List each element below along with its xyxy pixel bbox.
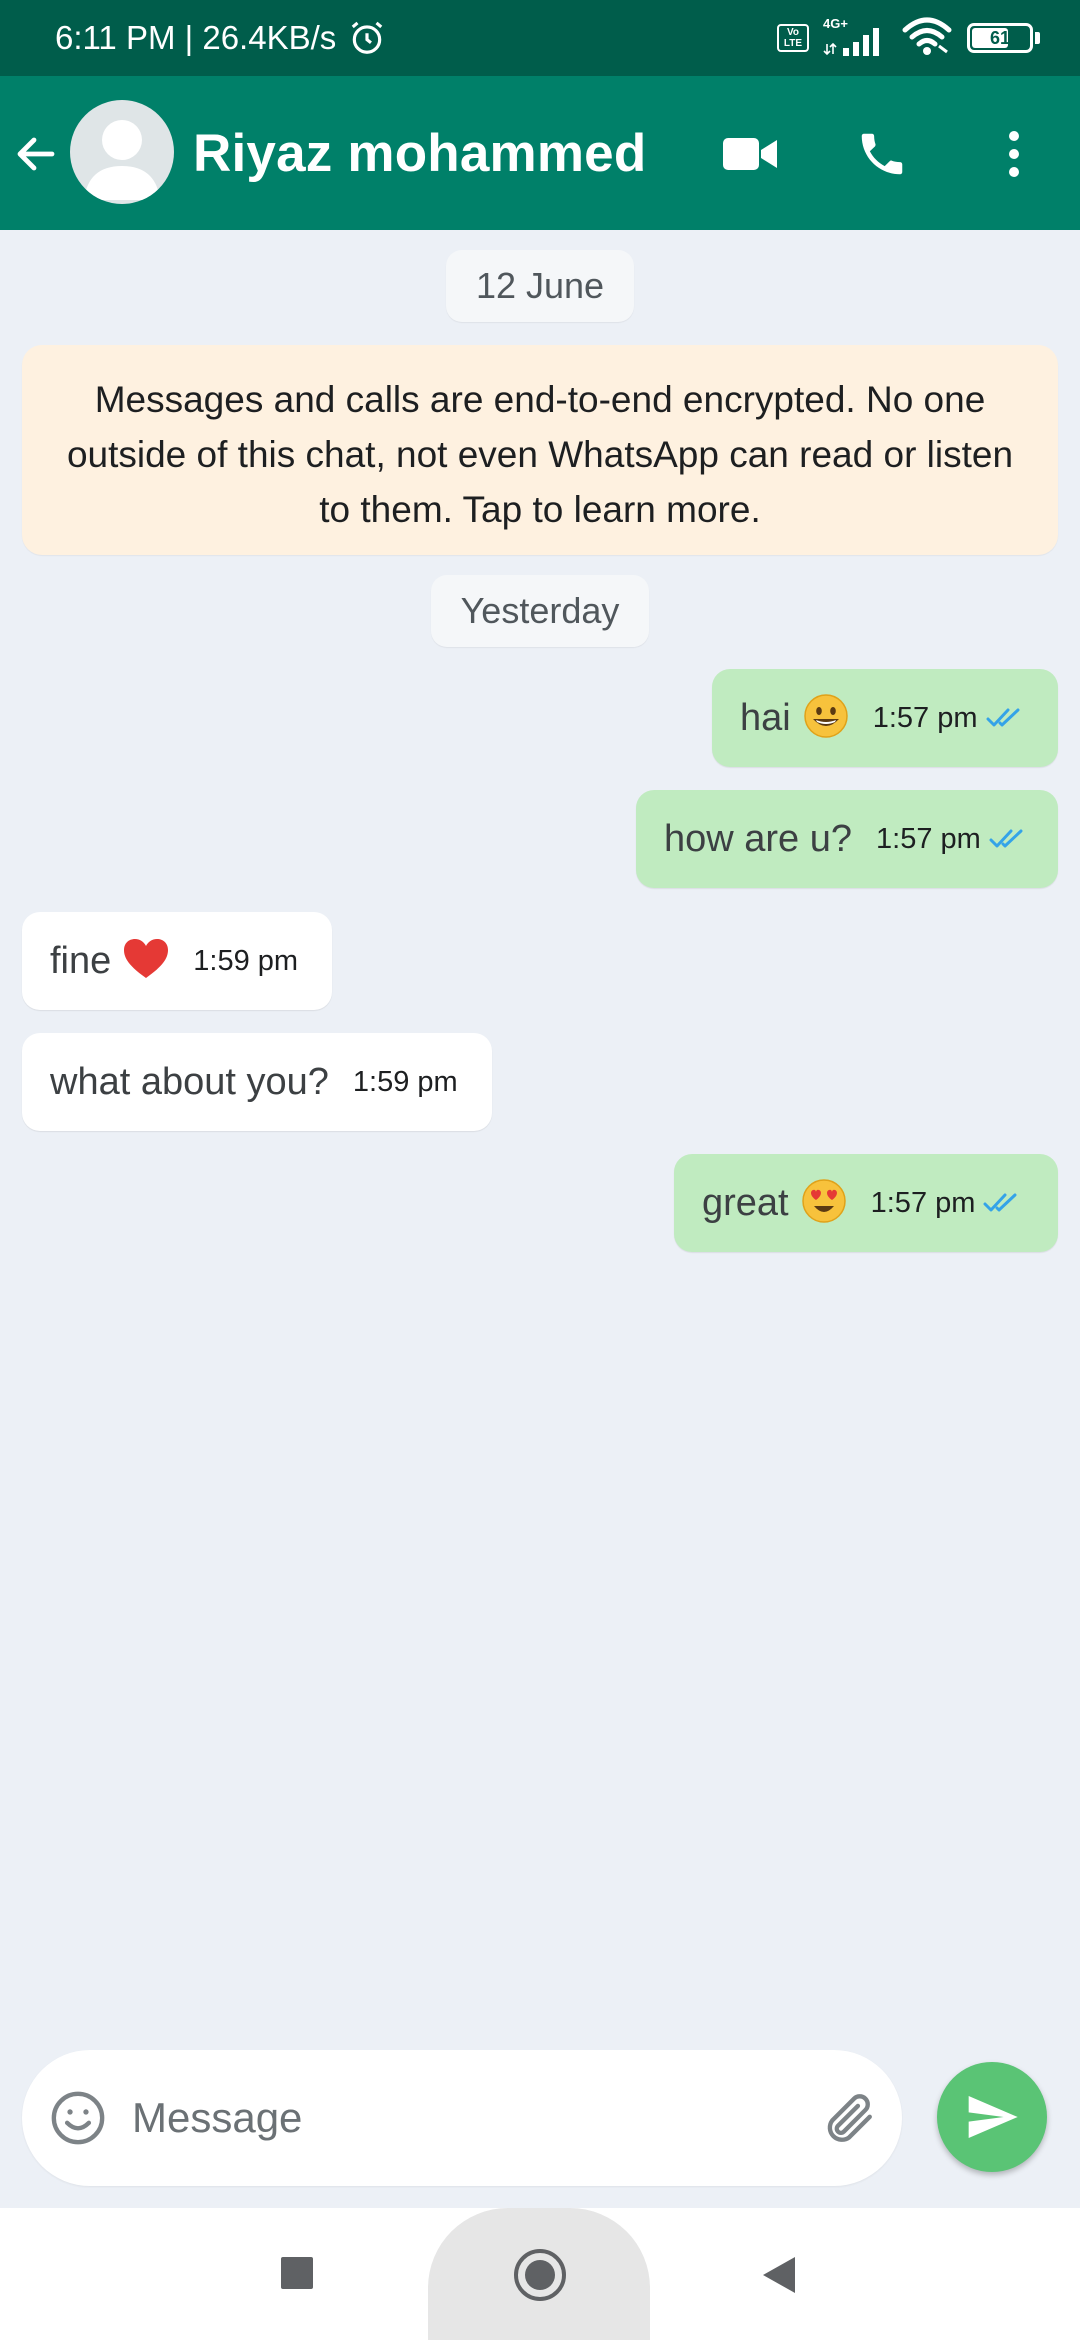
video-call-button[interactable] — [710, 114, 790, 194]
message-input[interactable] — [132, 2080, 772, 2156]
outgoing-message[interactable]: great 1:57 pm — [674, 1154, 1058, 1252]
battery-level: 61 — [989, 27, 1011, 48]
more-vertical-icon — [1009, 131, 1019, 177]
double-check-icon — [983, 1190, 1023, 1216]
back-nav-button[interactable] — [752, 2243, 806, 2307]
emoji-icon — [51, 2091, 105, 2145]
alarm-icon — [348, 19, 386, 57]
red-heart-emoji — [123, 938, 169, 985]
more-options-button[interactable] — [974, 114, 1054, 194]
message-time: 1:59 pm — [193, 944, 299, 977]
home-button[interactable] — [505, 2243, 575, 2307]
voice-call-button[interactable] — [842, 114, 922, 194]
outgoing-message[interactable]: how are u? 1:57 pm — [636, 790, 1058, 888]
double-check-icon — [986, 705, 1026, 731]
date-chip-label: Yesterday — [430, 575, 650, 647]
volte-icon: Vo LTE — [777, 24, 809, 52]
message-text: what about you? — [50, 1060, 329, 1103]
home-circle-icon — [514, 2249, 566, 2301]
paperclip-icon — [827, 2094, 872, 2142]
status-bar: 6:11 PM | 26.4KB/s Vo LTE 4G+ 61 — [0, 0, 1080, 76]
grinning-face-emoji — [803, 693, 849, 744]
date-chip-label: 12 June — [445, 250, 635, 322]
status-left: 6:11 PM | 26.4KB/s — [55, 0, 386, 76]
double-check-icon — [989, 826, 1029, 852]
date-chip: Yesterday — [0, 575, 1080, 647]
chat-header: Riyaz mohammed — [0, 76, 1080, 230]
message-text: great — [702, 1181, 789, 1224]
back-triangle-icon — [763, 2257, 795, 2293]
outgoing-message[interactable]: hai 1:57 pm — [712, 669, 1058, 767]
back-arrow-icon — [17, 137, 55, 171]
status-right: Vo LTE 4G+ 61 — [777, 0, 1040, 76]
message-time: 1:57 pm — [870, 1186, 976, 1219]
recents-button[interactable] — [270, 2243, 324, 2303]
message-composer — [22, 2050, 902, 2186]
message-time: 1:57 pm — [876, 822, 981, 855]
default-avatar-icon — [84, 120, 160, 200]
back-button[interactable] — [10, 128, 62, 180]
encryption-notice[interactable]: Messages and calls are end-to-end encryp… — [22, 345, 1058, 555]
message-time: 1:57 pm — [872, 701, 978, 734]
message-text: fine — [50, 939, 112, 982]
avatar[interactable] — [70, 100, 174, 204]
status-time-speed: 6:11 PM | 26.4KB/s — [55, 19, 337, 56]
square-icon — [281, 2257, 313, 2289]
heart-eyes-face-emoji — [801, 1178, 847, 1229]
phone-icon — [861, 133, 903, 175]
wifi-icon — [901, 16, 953, 61]
incoming-message[interactable]: fine 1:59 pm — [22, 912, 332, 1010]
video-call-icon — [723, 138, 777, 170]
send-icon — [968, 2096, 1018, 2138]
date-chip: 12 June — [0, 250, 1080, 322]
battery-icon: 61 — [967, 23, 1033, 53]
message-time: 1:59 pm — [352, 1065, 458, 1098]
incoming-message[interactable]: what about you? 1:59 pm — [22, 1033, 492, 1131]
battery-cap — [1035, 32, 1040, 44]
attach-button[interactable] — [816, 2088, 880, 2148]
send-button[interactable] — [937, 2062, 1047, 2172]
message-text: how are u? — [664, 817, 853, 860]
emoji-button[interactable] — [48, 2088, 108, 2148]
contact-name[interactable]: Riyaz mohammed — [193, 76, 646, 230]
message-text: hai — [740, 696, 791, 739]
signal-icon: 4G+ — [823, 16, 887, 58]
